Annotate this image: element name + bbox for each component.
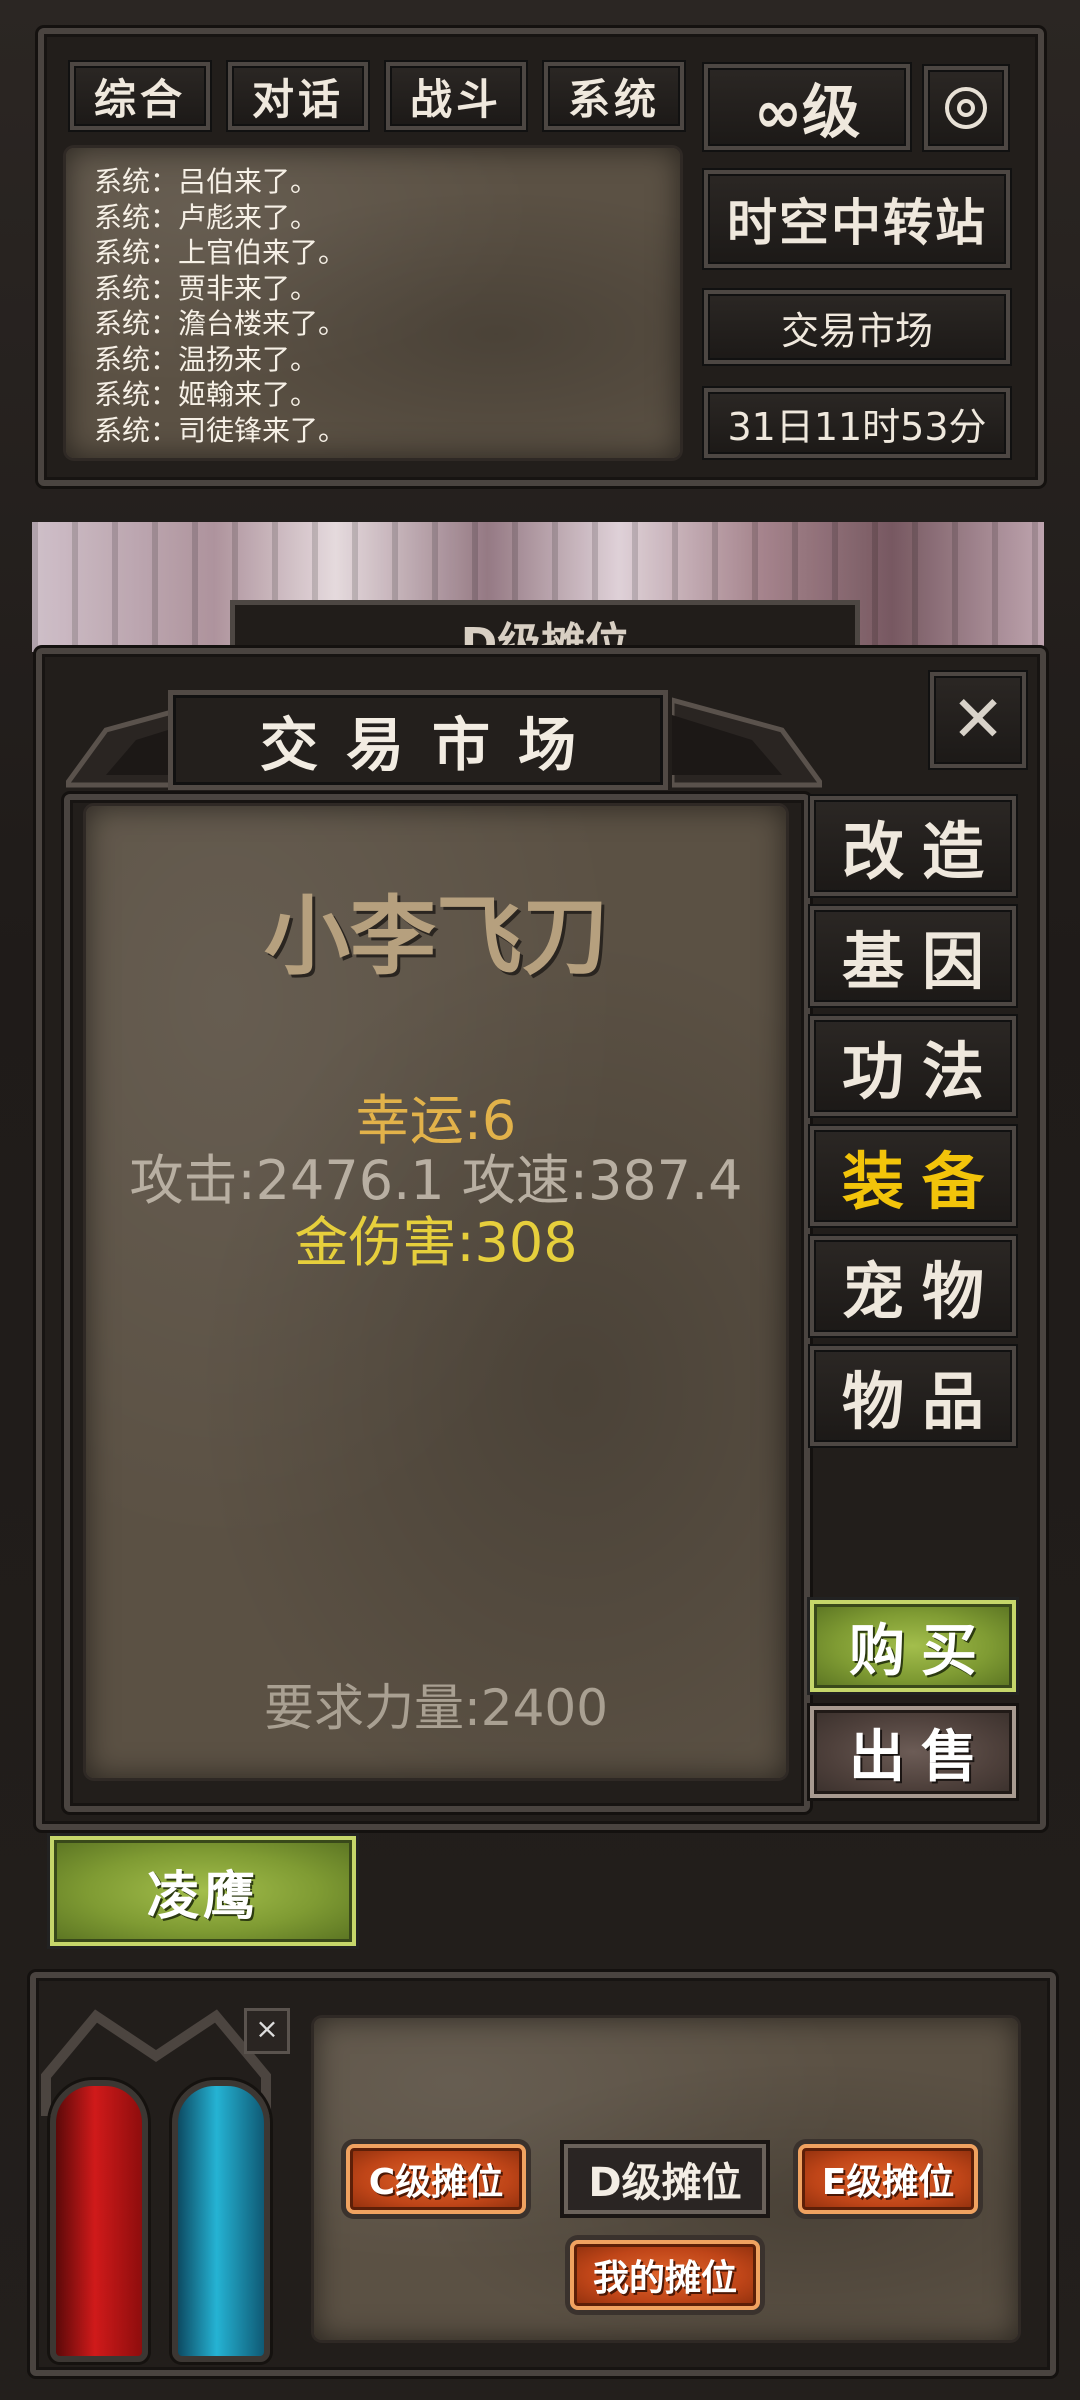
item-name: 小李飞刀: [264, 887, 608, 987]
my-stall-button[interactable]: 我的摊位: [570, 2240, 760, 2310]
item-requirement: 要求力量:2400: [263, 1679, 609, 1737]
stall-e-button[interactable]: E级摊位: [798, 2144, 978, 2214]
tab-general[interactable]: 综合: [70, 62, 210, 130]
player-level: ∞级: [704, 64, 910, 150]
health-vial: [50, 2080, 148, 2362]
tab-battle[interactable]: 战斗: [386, 62, 526, 130]
category-gene[interactable]: 基因: [810, 906, 1016, 1006]
chat-line: 系统：贾非来了。: [94, 271, 319, 305]
chat-log[interactable]: 系统：吕伯来了。 系统：卢彪来了。 系统：上官伯来了。 系统：贾非来了。 系统：…: [66, 148, 680, 458]
chat-line: 系统：卢彪来了。: [94, 200, 319, 234]
chat-line: 系统：吕伯来了。: [94, 165, 319, 198]
chat-line: 系统：温扬来了。: [94, 342, 319, 376]
game-screen: 综合 对话 战斗 系统 系统：吕伯来了。 系统：卢彪来了。 系统：上官伯来了。 …: [0, 0, 1080, 2400]
chat-line: 系统：姬翰来了。: [94, 378, 319, 411]
location-button[interactable]: 时空中转站: [704, 170, 1010, 268]
tab-system[interactable]: 系统: [544, 62, 684, 130]
chat-line: 系统：上官伯来了。: [94, 236, 347, 269]
game-time-label: 31日11时53分: [704, 388, 1010, 458]
stall-c-button[interactable]: C级摊位: [346, 2144, 526, 2214]
stall-d-current[interactable]: D级摊位: [564, 2144, 766, 2214]
sell-button[interactable]: 出售: [810, 1706, 1016, 1798]
category-item[interactable]: 物品: [810, 1346, 1016, 1446]
category-skill[interactable]: 功法: [810, 1016, 1016, 1116]
close-icon: ✕: [951, 683, 1005, 757]
item-card: 小李飞刀 幸运:6 攻击:2476.1 攻速:387.4 金伤害:308 要求力…: [86, 806, 786, 1778]
category-reforge[interactable]: 改造: [810, 796, 1016, 896]
chat-line: 系统：司徒锋来了。: [94, 413, 347, 447]
category-equipment[interactable]: 装备: [810, 1126, 1016, 1226]
category-pet[interactable]: 宠物: [810, 1236, 1016, 1336]
chat-line: 系统：澹台楼来了。: [94, 307, 347, 340]
title-ornament-right: [672, 697, 822, 788]
item-gold-damage: 金伤害:308: [294, 1211, 578, 1274]
seller-name-button[interactable]: 凌鹰: [50, 1836, 356, 1946]
close-button[interactable]: ✕: [930, 672, 1026, 768]
buy-button[interactable]: 购买: [810, 1600, 1016, 1692]
mana-vial: [172, 2080, 270, 2362]
dialog-title: 交易市场: [168, 690, 668, 790]
chat-lines: 系统：吕伯来了。 系统：卢彪来了。 系统：上官伯来了。 系统：贾非来了。 系统：…: [94, 164, 346, 448]
tab-dialogue[interactable]: 对话: [228, 62, 368, 130]
gear-icon: [945, 87, 987, 129]
stall-panel-close-icon[interactable]: ×: [244, 2008, 290, 2054]
settings-button[interactable]: [924, 66, 1008, 150]
current-place-label: 交易市场: [704, 290, 1010, 364]
